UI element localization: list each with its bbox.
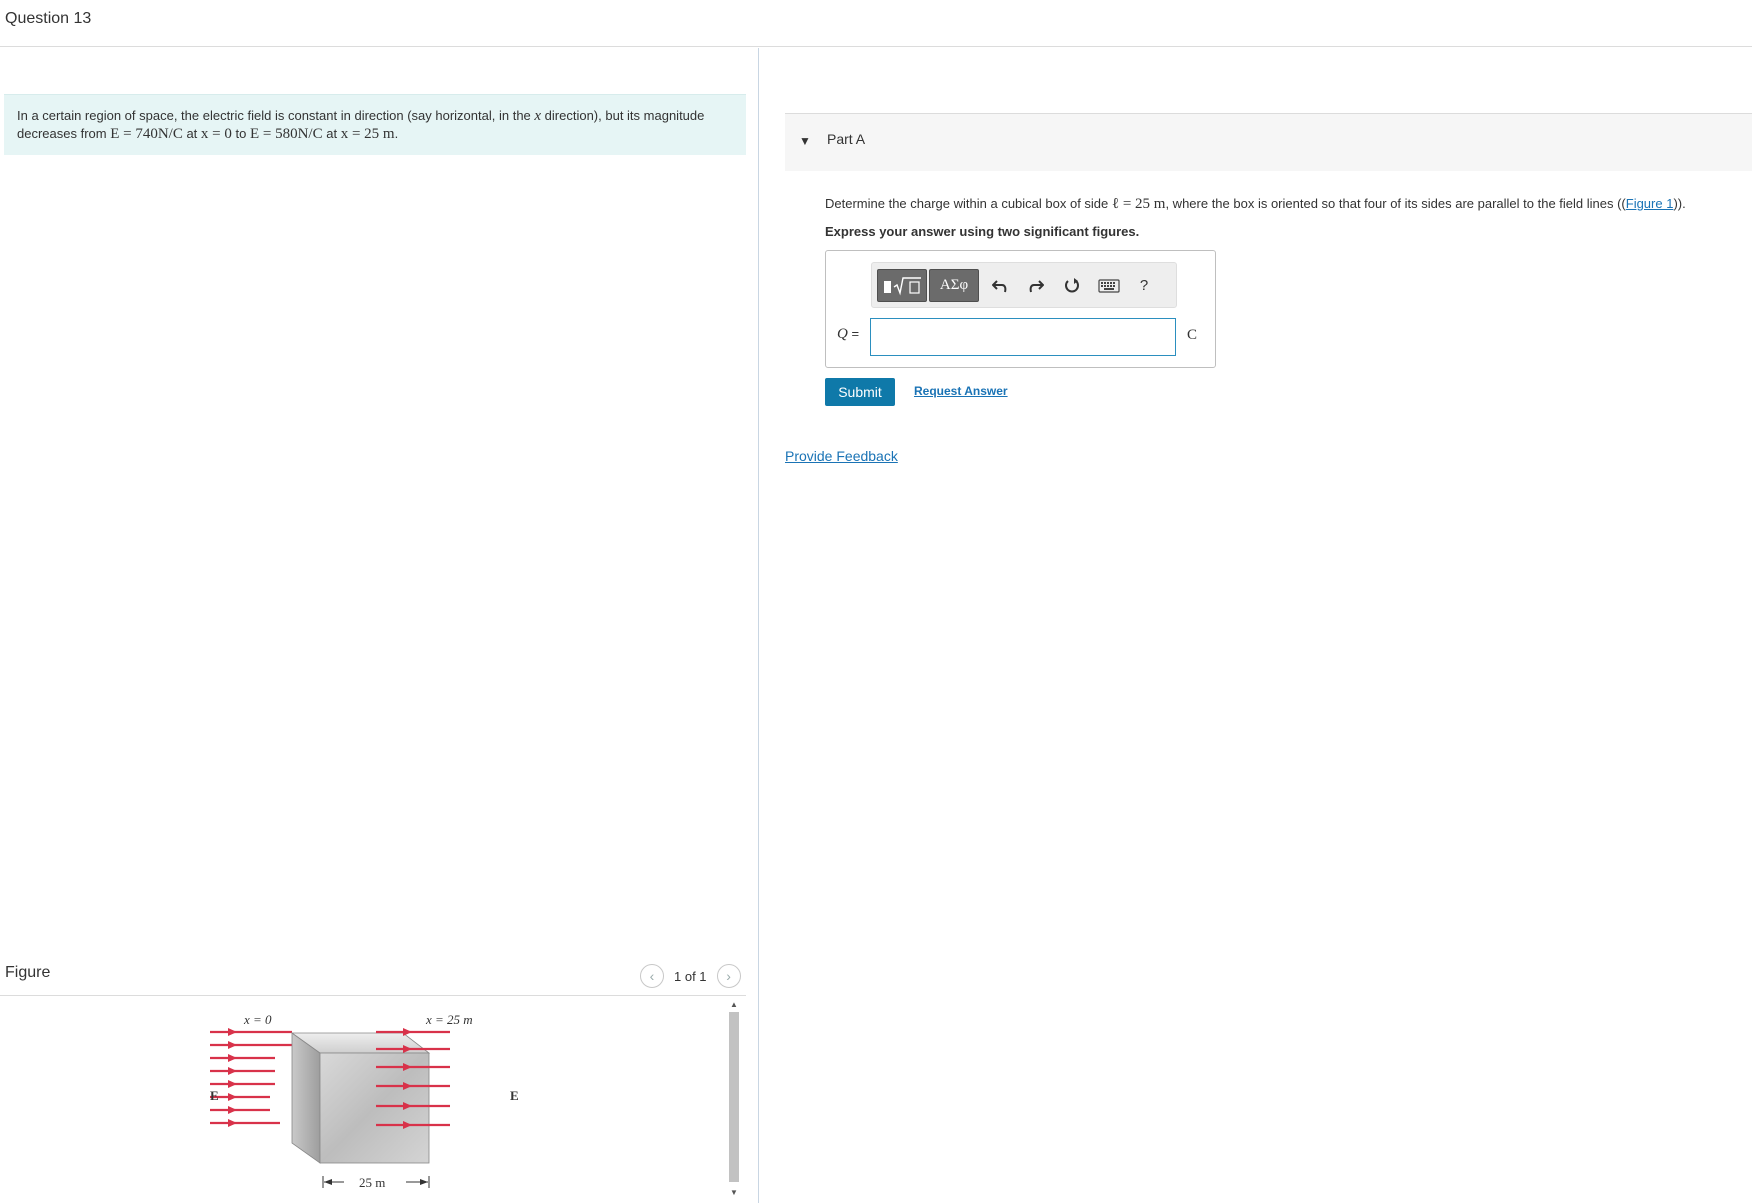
problem-text: In a certain region of space, the electr… — [17, 108, 535, 123]
cube-field-figure: x = 0 x = 25 m E E 25 m — [210, 1012, 519, 1190]
field-arrowhead — [228, 1080, 237, 1088]
cube-side-face — [291, 1032, 321, 1164]
math-x25: x = 25 m — [340, 126, 395, 142]
pane-divider[interactable] — [758, 48, 759, 1203]
label-side-length: 25 m — [359, 1175, 385, 1190]
chevron-left-icon: ‹ — [649, 968, 655, 984]
answer-label: Q = — [837, 326, 860, 342]
keyboard-icon — [1098, 278, 1120, 293]
dimension-marker: 25 m — [322, 1175, 430, 1190]
answer-instruction: Express your answer using two significan… — [825, 224, 1140, 239]
templates-button[interactable] — [877, 269, 927, 302]
figure-scrollbar[interactable]: ▲ ▼ — [727, 998, 741, 1203]
part-a-prompt: Determine the charge within a cubical bo… — [825, 196, 1686, 213]
part-a-title: Part A — [827, 131, 866, 147]
label-e-left: E — [210, 1088, 219, 1103]
problem-text: direction), but its magnitude — [541, 108, 705, 123]
figure-1-link[interactable]: Figure 1 — [1626, 196, 1674, 211]
field-arrowhead — [228, 1041, 237, 1049]
help-button[interactable]: ? — [1132, 269, 1156, 302]
scroll-up-icon[interactable]: ▲ — [729, 1000, 739, 1010]
figure-pager: ‹ 1 of 1 › — [640, 964, 741, 988]
math-toolbar: ΑΣφ ? — [871, 262, 1177, 308]
greek-symbols-button[interactable]: ΑΣφ — [929, 269, 979, 302]
question-header: Question 13 — [0, 0, 1752, 47]
scroll-thumb[interactable] — [729, 1012, 739, 1182]
cube-front-face — [319, 1052, 430, 1164]
problem-text: at — [322, 126, 341, 141]
problem-text: . — [394, 126, 399, 141]
label-x0: x = 0 — [243, 1012, 272, 1027]
field-arrowhead — [228, 1028, 237, 1036]
redo-button[interactable] — [1023, 269, 1049, 302]
problem-text: decreases from — [17, 126, 111, 141]
answer-box: ΑΣφ ? Q = C — [825, 250, 1216, 368]
keyboard-button[interactable] — [1095, 269, 1123, 302]
answer-unit: C — [1187, 327, 1198, 343]
undo-button[interactable] — [987, 269, 1013, 302]
problem-text: to — [231, 126, 250, 141]
math-e1: E = 740N/C — [110, 126, 183, 142]
prompt-text: )). — [1673, 196, 1686, 211]
chevron-right-icon: › — [726, 968, 731, 984]
next-figure-button[interactable]: › — [716, 964, 741, 988]
field-arrowhead — [228, 1093, 237, 1101]
answer-input[interactable] — [870, 318, 1176, 356]
label-e-right: E — [510, 1088, 519, 1103]
field-arrowhead — [403, 1028, 412, 1036]
field-lines-left — [210, 1028, 292, 1127]
field-arrowhead — [228, 1067, 237, 1075]
reset-icon — [1065, 277, 1079, 292]
field-arrowhead — [228, 1106, 237, 1114]
square-root-template-icon — [884, 276, 921, 296]
figure-title: Figure — [5, 964, 51, 981]
part-a-header[interactable]: ▼ Part A — [785, 113, 1752, 171]
problem-statement: In a certain region of space, the electr… — [4, 94, 746, 155]
field-arrowhead — [228, 1054, 237, 1062]
figure-header: Figure ‹ 1 of 1 › — [0, 954, 746, 996]
redo-icon — [1029, 279, 1044, 292]
pager-label: 1 of 1 — [674, 968, 707, 984]
math-e2: E = 580N/C — [249, 126, 323, 142]
problem-text: at — [182, 126, 201, 141]
prev-figure-button[interactable]: ‹ — [640, 964, 664, 988]
field-arrowhead — [228, 1119, 237, 1127]
caret-down-icon[interactable]: ▼ — [799, 134, 811, 148]
question-title: Question 13 — [5, 10, 92, 27]
provide-feedback-link[interactable]: Provide Feedback — [785, 448, 898, 464]
prompt-text: , where the box is oriented so that four… — [1165, 196, 1626, 211]
label-x25: x = 25 m — [425, 1012, 473, 1027]
submit-button[interactable]: Submit — [825, 378, 895, 406]
request-answer-link[interactable]: Request Answer — [914, 384, 1008, 398]
math-x0: x = 0 — [200, 126, 232, 142]
math-side: ℓ = 25 m — [1111, 196, 1166, 212]
scroll-down-icon[interactable]: ▼ — [729, 1188, 739, 1198]
undo-icon — [992, 279, 1007, 292]
reset-button[interactable] — [1059, 269, 1085, 302]
prompt-text: Determine the charge within a cubical bo… — [825, 196, 1112, 211]
